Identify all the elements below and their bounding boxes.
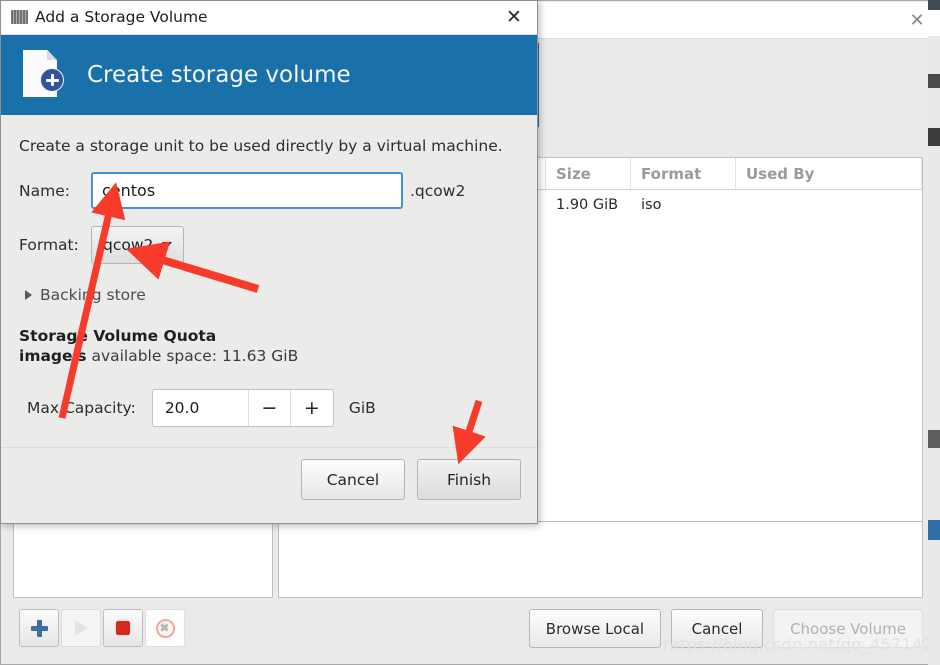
- name-field-row: Name: .qcow2: [19, 172, 519, 209]
- format-dropdown-value: qcow2: [103, 236, 154, 254]
- background-window-edge-sliver: [928, 0, 940, 665]
- play-icon: [74, 620, 88, 636]
- create-volume-icon: [23, 50, 64, 100]
- app-logo-icon: [11, 10, 28, 24]
- format-field-row: Format: qcow2: [19, 226, 519, 264]
- name-label: Name:: [19, 181, 70, 200]
- pool-toolbar: [19, 609, 185, 647]
- column-header-format[interactable]: Format: [631, 158, 736, 189]
- dialog-description: Create a storage unit to be used directl…: [19, 137, 503, 155]
- close-icon[interactable]: ✕: [906, 10, 928, 32]
- add-pool-button[interactable]: [19, 609, 59, 647]
- cell-size: 1.90 GiB: [556, 197, 619, 213]
- stop-pool-button[interactable]: [103, 609, 143, 647]
- quota-available-space: image's available space: 11.63 GiB: [19, 347, 519, 365]
- max-capacity-value[interactable]: 20.0: [153, 390, 249, 426]
- quota-pool-name: image's: [19, 347, 87, 365]
- close-icon[interactable]: ✕: [503, 7, 525, 29]
- dialog-banner-title: Create storage volume: [87, 62, 351, 88]
- cancel-button[interactable]: Cancel: [301, 459, 405, 500]
- dialog-title: Add a Storage Volume: [35, 8, 208, 26]
- quota-heading: Storage Volume Quota: [19, 327, 217, 345]
- name-input[interactable]: [91, 172, 403, 209]
- dialog-footer: Cancel Finish: [1, 447, 537, 523]
- quota-available-text: available space: 11.63 GiB: [86, 347, 299, 365]
- dialog-body: Create a storage unit to be used directl…: [1, 115, 537, 481]
- backing-store-label: Backing store: [40, 286, 146, 304]
- format-label: Format:: [19, 236, 79, 254]
- backing-store-expander[interactable]: Backing store: [19, 286, 519, 304]
- finish-button[interactable]: Finish: [417, 459, 521, 500]
- name-suffix-label: .qcow2: [410, 181, 466, 200]
- screen: ✕ GiB In Use Size Format Used By so 1.90…: [0, 0, 940, 665]
- stop-icon: [114, 619, 132, 637]
- watermark: https://blog.csdn.net/qq_45714272: [663, 635, 940, 654]
- cell-format: iso: [641, 197, 662, 213]
- plus-icon: [30, 619, 48, 637]
- max-capacity-row: Max Capacity: 20.0 − + GiB: [19, 389, 519, 427]
- volume-detail-panel[interactable]: [278, 521, 923, 598]
- start-pool-button[interactable]: [61, 609, 101, 647]
- delete-pool-button[interactable]: [145, 609, 185, 647]
- chevron-right-icon: [25, 290, 32, 300]
- max-capacity-increment-button[interactable]: +: [291, 390, 333, 426]
- column-header-size[interactable]: Size: [546, 158, 631, 189]
- delete-circle-icon: [155, 618, 175, 638]
- column-header-used-by[interactable]: Used By: [736, 158, 922, 189]
- max-capacity-stepper[interactable]: 20.0 − +: [151, 389, 334, 427]
- dialog-banner: Create storage volume: [1, 35, 537, 115]
- add-storage-volume-dialog: Add a Storage Volume ✕ Create storage vo…: [0, 0, 538, 524]
- chevron-down-icon: [162, 242, 173, 248]
- max-capacity-decrement-button[interactable]: −: [249, 390, 291, 426]
- max-capacity-unit: GiB: [348, 399, 376, 417]
- max-capacity-label: Max Capacity:: [27, 399, 136, 417]
- pool-list-panel[interactable]: [13, 521, 273, 598]
- format-dropdown[interactable]: qcow2: [91, 226, 185, 264]
- browse-local-button[interactable]: Browse Local: [528, 609, 662, 648]
- dialog-titlebar: Add a Storage Volume ✕: [1, 1, 537, 35]
